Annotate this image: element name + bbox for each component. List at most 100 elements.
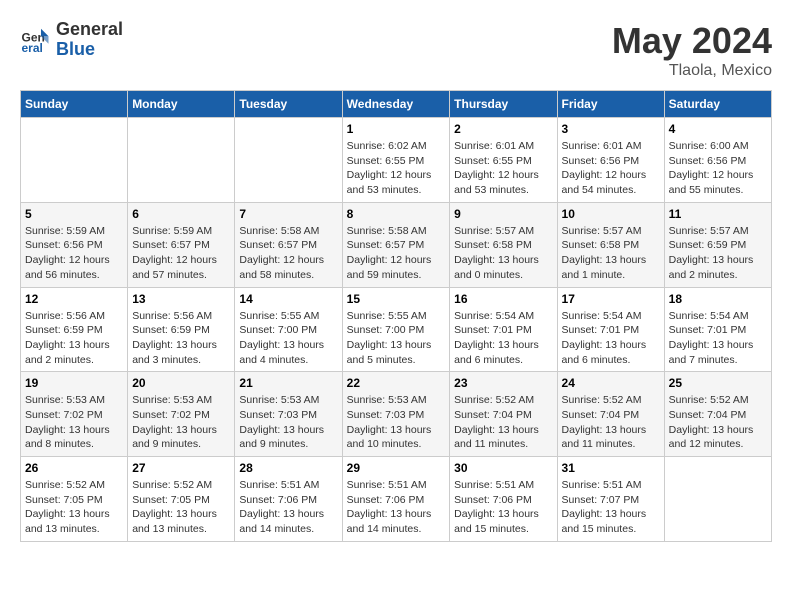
sunrise-text: Sunrise: 5:59 AM	[132, 225, 212, 237]
day-number: 4	[669, 122, 767, 136]
sunset-text: Sunset: 6:59 PM	[132, 324, 210, 336]
month-title: May 2024	[612, 20, 772, 62]
day-number: 19	[25, 376, 123, 390]
day-info: Sunrise: 5:53 AM Sunset: 7:02 PM Dayligh…	[132, 393, 230, 452]
daylight-text: Daylight: 13 hours and 14 minutes.	[347, 508, 432, 535]
day-info: Sunrise: 5:57 AM Sunset: 6:58 PM Dayligh…	[454, 224, 552, 283]
daylight-text: Daylight: 13 hours and 1 minute.	[562, 254, 647, 281]
day-info: Sunrise: 5:59 AM Sunset: 6:56 PM Dayligh…	[25, 224, 123, 283]
daylight-text: Daylight: 13 hours and 13 minutes.	[132, 508, 217, 535]
calendar-table: SundayMondayTuesdayWednesdayThursdayFrid…	[20, 90, 772, 542]
day-info: Sunrise: 5:54 AM Sunset: 7:01 PM Dayligh…	[562, 309, 660, 368]
day-number: 14	[239, 292, 337, 306]
day-info: Sunrise: 5:57 AM Sunset: 6:59 PM Dayligh…	[669, 224, 767, 283]
day-info: Sunrise: 5:51 AM Sunset: 7:06 PM Dayligh…	[239, 478, 337, 537]
daylight-text: Daylight: 13 hours and 15 minutes.	[454, 508, 539, 535]
calendar-cell: 18 Sunrise: 5:54 AM Sunset: 7:01 PM Dayl…	[664, 287, 771, 372]
sunset-text: Sunset: 7:06 PM	[347, 494, 425, 506]
calendar-cell: 15 Sunrise: 5:55 AM Sunset: 7:00 PM Dayl…	[342, 287, 450, 372]
day-info: Sunrise: 5:51 AM Sunset: 7:07 PM Dayligh…	[562, 478, 660, 537]
sunset-text: Sunset: 6:56 PM	[25, 239, 103, 251]
sunrise-text: Sunrise: 5:52 AM	[132, 479, 212, 491]
calendar-cell: 27 Sunrise: 5:52 AM Sunset: 7:05 PM Dayl…	[128, 457, 235, 542]
sunrise-text: Sunrise: 5:53 AM	[25, 394, 105, 406]
calendar-header-row: SundayMondayTuesdayWednesdayThursdayFrid…	[21, 91, 772, 118]
sunset-text: Sunset: 7:03 PM	[347, 409, 425, 421]
sunset-text: Sunset: 7:01 PM	[454, 324, 532, 336]
day-info: Sunrise: 5:52 AM Sunset: 7:04 PM Dayligh…	[562, 393, 660, 452]
day-info: Sunrise: 5:51 AM Sunset: 7:06 PM Dayligh…	[454, 478, 552, 537]
sunset-text: Sunset: 6:57 PM	[132, 239, 210, 251]
day-info: Sunrise: 5:52 AM Sunset: 7:04 PM Dayligh…	[669, 393, 767, 452]
day-info: Sunrise: 6:01 AM Sunset: 6:56 PM Dayligh…	[562, 139, 660, 198]
daylight-text: Daylight: 12 hours and 53 minutes.	[347, 169, 432, 196]
day-number: 11	[669, 207, 767, 221]
calendar-cell: 6 Sunrise: 5:59 AM Sunset: 6:57 PM Dayli…	[128, 202, 235, 287]
day-number: 29	[347, 461, 446, 475]
daylight-text: Daylight: 13 hours and 2 minutes.	[669, 254, 754, 281]
day-number: 8	[347, 207, 446, 221]
day-number: 15	[347, 292, 446, 306]
day-number: 13	[132, 292, 230, 306]
daylight-text: Daylight: 13 hours and 13 minutes.	[25, 508, 110, 535]
calendar-cell: 7 Sunrise: 5:58 AM Sunset: 6:57 PM Dayli…	[235, 202, 342, 287]
daylight-text: Daylight: 13 hours and 5 minutes.	[347, 339, 432, 366]
sunrise-text: Sunrise: 5:51 AM	[454, 479, 534, 491]
daylight-text: Daylight: 12 hours and 54 minutes.	[562, 169, 647, 196]
day-info: Sunrise: 5:54 AM Sunset: 7:01 PM Dayligh…	[669, 309, 767, 368]
day-info: Sunrise: 6:01 AM Sunset: 6:55 PM Dayligh…	[454, 139, 552, 198]
daylight-text: Daylight: 13 hours and 6 minutes.	[562, 339, 647, 366]
sunrise-text: Sunrise: 5:57 AM	[669, 225, 749, 237]
calendar-cell: 22 Sunrise: 5:53 AM Sunset: 7:03 PM Dayl…	[342, 372, 450, 457]
calendar-cell	[128, 118, 235, 203]
day-number: 18	[669, 292, 767, 306]
daylight-text: Daylight: 13 hours and 11 minutes.	[562, 424, 647, 451]
calendar-cell: 13 Sunrise: 5:56 AM Sunset: 6:59 PM Dayl…	[128, 287, 235, 372]
calendar-cell: 1 Sunrise: 6:02 AM Sunset: 6:55 PM Dayli…	[342, 118, 450, 203]
calendar-cell: 16 Sunrise: 5:54 AM Sunset: 7:01 PM Dayl…	[450, 287, 557, 372]
sunset-text: Sunset: 6:56 PM	[669, 155, 747, 167]
sunset-text: Sunset: 7:01 PM	[562, 324, 640, 336]
day-info: Sunrise: 5:54 AM Sunset: 7:01 PM Dayligh…	[454, 309, 552, 368]
day-number: 22	[347, 376, 446, 390]
day-info: Sunrise: 5:58 AM Sunset: 6:57 PM Dayligh…	[239, 224, 337, 283]
sunrise-text: Sunrise: 5:54 AM	[669, 310, 749, 322]
sunset-text: Sunset: 7:04 PM	[669, 409, 747, 421]
day-number: 24	[562, 376, 660, 390]
daylight-text: Daylight: 13 hours and 14 minutes.	[239, 508, 324, 535]
logo-blue-text: Blue	[56, 40, 123, 60]
day-number: 3	[562, 122, 660, 136]
day-number: 1	[347, 122, 446, 136]
calendar-cell: 31 Sunrise: 5:51 AM Sunset: 7:07 PM Dayl…	[557, 457, 664, 542]
sunset-text: Sunset: 7:05 PM	[132, 494, 210, 506]
day-header-tuesday: Tuesday	[235, 91, 342, 118]
day-info: Sunrise: 5:56 AM Sunset: 6:59 PM Dayligh…	[132, 309, 230, 368]
daylight-text: Daylight: 13 hours and 2 minutes.	[25, 339, 110, 366]
sunrise-text: Sunrise: 6:02 AM	[347, 140, 427, 152]
calendar-cell: 30 Sunrise: 5:51 AM Sunset: 7:06 PM Dayl…	[450, 457, 557, 542]
daylight-text: Daylight: 13 hours and 6 minutes.	[454, 339, 539, 366]
svg-text:eral: eral	[22, 41, 43, 55]
sunrise-text: Sunrise: 5:57 AM	[454, 225, 534, 237]
sunrise-text: Sunrise: 5:52 AM	[454, 394, 534, 406]
sunset-text: Sunset: 6:58 PM	[454, 239, 532, 251]
sunrise-text: Sunrise: 5:55 AM	[347, 310, 427, 322]
calendar-cell: 2 Sunrise: 6:01 AM Sunset: 6:55 PM Dayli…	[450, 118, 557, 203]
calendar-cell	[235, 118, 342, 203]
day-info: Sunrise: 5:53 AM Sunset: 7:03 PM Dayligh…	[239, 393, 337, 452]
day-number: 6	[132, 207, 230, 221]
day-number: 2	[454, 122, 552, 136]
day-info: Sunrise: 5:55 AM Sunset: 7:00 PM Dayligh…	[347, 309, 446, 368]
daylight-text: Daylight: 12 hours and 56 minutes.	[25, 254, 110, 281]
calendar-cell: 26 Sunrise: 5:52 AM Sunset: 7:05 PM Dayl…	[21, 457, 128, 542]
sunset-text: Sunset: 7:02 PM	[25, 409, 103, 421]
day-number: 5	[25, 207, 123, 221]
calendar-week-row: 12 Sunrise: 5:56 AM Sunset: 6:59 PM Dayl…	[21, 287, 772, 372]
sunset-text: Sunset: 7:04 PM	[454, 409, 532, 421]
day-number: 30	[454, 461, 552, 475]
calendar-week-row: 19 Sunrise: 5:53 AM Sunset: 7:02 PM Dayl…	[21, 372, 772, 457]
sunset-text: Sunset: 6:57 PM	[347, 239, 425, 251]
sunset-text: Sunset: 6:59 PM	[25, 324, 103, 336]
sunset-text: Sunset: 7:06 PM	[454, 494, 532, 506]
sunset-text: Sunset: 7:01 PM	[669, 324, 747, 336]
